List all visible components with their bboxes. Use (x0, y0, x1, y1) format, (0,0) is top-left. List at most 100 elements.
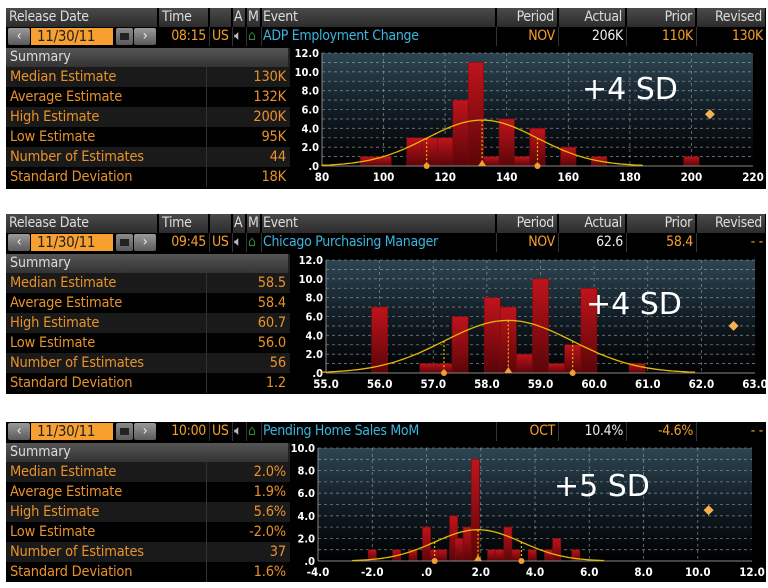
actual-header: Actual (559, 8, 626, 27)
release-date-input[interactable]: 11/30/11 (31, 234, 113, 251)
revised-header: Revised (697, 214, 766, 233)
event-prior: -4.6% (627, 422, 697, 441)
sd-marker (534, 163, 541, 169)
event-name-link[interactable]: ADP Employment Change (262, 27, 497, 46)
x-tick-label: 160 (557, 170, 579, 184)
summary-value: 58.4 (206, 293, 286, 313)
next-date-button[interactable]: › (134, 423, 156, 440)
alert-house-icon[interactable]: ⌂ (247, 233, 262, 252)
summary-label: High Estimate (10, 504, 100, 520)
estimate-histogram-chart: .02.04.06.08.010.0-4.0 -2.0.0 2.0 4.0 6.0 8.0… (291, 443, 765, 579)
x-tick-label: 140 (496, 170, 518, 184)
period-header: Period (497, 214, 558, 233)
histogram-bar (421, 137, 438, 167)
y-tick-label: 8.0 (301, 85, 319, 98)
histogram-bar (437, 137, 454, 167)
prev-date-button[interactable]: ‹ (8, 28, 30, 45)
summary-label: Low Estimate (10, 524, 96, 540)
summary-label: Median Estimate (10, 69, 117, 85)
summary-label: High Estimate (10, 315, 100, 331)
histogram-bar (454, 538, 464, 562)
event-period: OCT (497, 422, 559, 441)
prior-header: Prior (627, 214, 696, 233)
histogram-bar (487, 549, 496, 562)
histogram-bar (527, 549, 537, 562)
summary-value: -2.0% (206, 522, 286, 542)
histogram-bar (438, 549, 448, 562)
release-date-input[interactable]: 11/30/11 (31, 28, 113, 45)
summary-row: Median Estimate 58.5 (6, 273, 290, 293)
summary-value: 95K (206, 127, 286, 147)
x-tick-label: 61.0 (635, 377, 661, 391)
calendar-icon[interactable] (116, 423, 133, 440)
y-tick-label: 10.0 (299, 273, 324, 286)
summary-value: 58.5 (206, 273, 286, 293)
summary-row: Number of Estimates 37 (6, 542, 290, 562)
summary-header: Summary (6, 254, 290, 273)
revised-header: Revised (697, 8, 766, 27)
summary-value: 1.6% (206, 562, 286, 582)
histogram-bar (452, 99, 469, 167)
speaker-icon[interactable]: 🔈︎ (233, 233, 247, 252)
histogram-bar (548, 363, 565, 374)
event-revised: - - (750, 234, 764, 250)
x-tick-label: .0 (421, 565, 432, 579)
histogram-bar (419, 363, 437, 374)
release-date-input[interactable]: 11/30/11 (31, 423, 113, 440)
summary-label: Average Estimate (10, 89, 123, 105)
sd-annotation: +4 SD (586, 287, 682, 322)
x-tick-label: 4.0 (526, 565, 544, 579)
time-header: Time (159, 214, 209, 233)
x-tick-label: 62.0 (689, 377, 715, 391)
histogram-bar (451, 316, 469, 374)
blank-header (210, 8, 232, 27)
next-date-button[interactable]: › (134, 234, 156, 251)
event-name-link[interactable]: Pending Home Sales MoM (262, 422, 497, 441)
estimate-histogram-chart: .02.04.06.08.010.012.080 100 120 140 160 180 2… (295, 47, 764, 184)
x-tick-label: 8.0 (634, 565, 652, 579)
prev-date-button[interactable]: ‹ (8, 234, 30, 251)
event-row: ‹ 11/30/11 › 10:00 US 🔈︎ ⌂ Pending Home … (6, 422, 766, 441)
summary-value: 44 (206, 147, 286, 167)
summary-value: 56.0 (206, 333, 286, 353)
release-date-header: Release Date (6, 214, 158, 233)
summary-value: 200K (206, 107, 286, 127)
summary-row: Standard Deviation 1.2 (6, 373, 290, 393)
event-country: US (210, 422, 233, 441)
histogram-bar (499, 306, 517, 374)
y-tick-label: 8.0 (297, 465, 315, 478)
x-tick-label: 63.0 (742, 377, 766, 391)
y-tick-label: 6.0 (301, 104, 319, 117)
period-header: Period (497, 8, 558, 27)
summary-label: Average Estimate (10, 295, 123, 311)
event-time: 08:15 (159, 27, 210, 46)
x-tick-label: -4.0 (307, 565, 330, 579)
sd-marker (423, 163, 430, 169)
summary-row: Average Estimate 1.9% (6, 482, 290, 502)
sd-marker (440, 370, 447, 376)
summary-row: High Estimate 60.7 (6, 313, 290, 333)
prev-date-button[interactable]: ‹ (8, 423, 30, 440)
histogram-bar (552, 538, 562, 562)
calendar-icon[interactable] (116, 234, 133, 251)
summary-row: High Estimate 5.6% (6, 502, 290, 522)
alert-house-icon[interactable]: ⌂ (247, 27, 262, 46)
y-tick-label: 2.0 (305, 348, 323, 361)
histogram-bar (495, 549, 505, 562)
speaker-icon[interactable]: 🔈︎ (233, 27, 247, 46)
event-name-link[interactable]: Chicago Purchasing Manager (262, 233, 497, 252)
histogram-bar (371, 306, 388, 374)
sd-marker (431, 558, 438, 564)
alert-house-icon[interactable]: ⌂ (247, 422, 262, 441)
estimate-histogram-chart: .02.04.06.08.010.012.055.0 56.0 57.0 58.0 59… (299, 254, 766, 391)
speaker-icon[interactable]: 🔈︎ (233, 422, 247, 441)
economic-event-panel-chicago-pmi: Release Date Time A M Event Period Actua… (6, 214, 766, 394)
event-prior: 110K (627, 27, 697, 46)
calendar-icon[interactable] (116, 28, 133, 45)
next-date-button[interactable]: › (134, 28, 156, 45)
summary-value: 1.9% (206, 482, 286, 502)
sd-marker (518, 558, 525, 564)
summary-label: High Estimate (10, 109, 100, 125)
summary-value: 132K (206, 87, 286, 107)
a-header: A (233, 214, 246, 233)
